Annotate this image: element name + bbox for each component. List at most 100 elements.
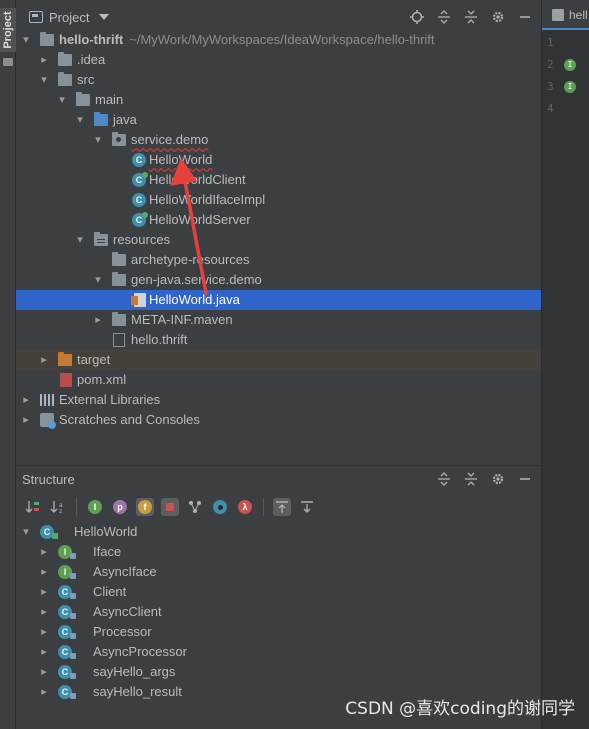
project-panel: Project ▾ hello-thrift ~/MyWork/MyWorksp… — [16, 0, 541, 465]
collapse-all-icon[interactable] — [463, 471, 479, 487]
chevron-right-icon[interactable]: ▸ — [38, 562, 50, 582]
chevron-down-icon[interactable]: ▾ — [20, 30, 32, 50]
thrift-file-icon — [113, 333, 125, 347]
tree-row-target[interactable]: ▸ target — [16, 350, 541, 370]
tree-row-helloworldserver[interactable]: C HelloWorldServer — [16, 210, 541, 230]
package-icon — [112, 132, 126, 146]
project-panel-title[interactable]: Project — [49, 10, 89, 25]
tree-row-meta-inf[interactable]: ▸ META-INF.maven — [16, 310, 541, 330]
project-tool-button[interactable]: Project — [0, 8, 16, 52]
class-icon: C — [132, 193, 146, 207]
expand-all-icon[interactable] — [436, 9, 452, 25]
tree-row-pom-xml[interactable]: pom.xml — [16, 370, 541, 390]
tree-row-gen-java[interactable]: ▾ gen-java.service.demo — [16, 270, 541, 290]
chevron-down-icon[interactable]: ▾ — [38, 70, 50, 90]
hide-panel-icon[interactable] — [517, 471, 533, 487]
tree-label: java — [113, 112, 137, 127]
collapse-all-icon[interactable] — [463, 9, 479, 25]
structure-label: AsyncProcessor — [93, 644, 187, 659]
chevron-right-icon[interactable]: ▸ — [38, 662, 50, 682]
structure-item-row[interactable]: ▸ C AsyncProcessor — [16, 642, 541, 662]
chevron-right-icon[interactable]: ▸ — [38, 542, 50, 562]
lambda-icon[interactable]: λ — [236, 498, 254, 516]
tree-row-hello-thrift[interactable]: ▾ hello-thrift ~/MyWork/MyWorkspaces/Idea… — [16, 30, 541, 50]
chevron-right-icon[interactable]: ▸ — [92, 310, 104, 330]
chevron-down-icon[interactable]: ▾ — [92, 130, 104, 150]
expand-all-icon[interactable] — [436, 471, 452, 487]
hide-panel-icon[interactable] — [517, 9, 533, 25]
tree-label: Scratches and Consoles — [59, 412, 200, 427]
structure-item-row[interactable]: ▸ C Client — [16, 582, 541, 602]
structure-label: Processor — [93, 624, 152, 639]
gutter-line: 2I — [542, 54, 589, 76]
tree-row-helloworldifaceimpl[interactable]: C HelloWorldIfaceImpl — [16, 190, 541, 210]
show-anonymous-icon[interactable] — [186, 498, 204, 516]
chevron-right-icon[interactable]: ▸ — [20, 410, 32, 430]
chevron-down-icon[interactable]: ▾ — [20, 522, 32, 542]
gear-icon[interactable] — [490, 471, 506, 487]
show-inherited-icon[interactable]: I — [86, 498, 104, 516]
chevron-down-icon[interactable]: ▾ — [74, 230, 86, 250]
gear-icon[interactable] — [490, 9, 506, 25]
structure-strip-icon[interactable] — [3, 58, 13, 66]
tree-row-helloworldclient[interactable]: C HelloWorldClient — [16, 170, 541, 190]
line-number: 1 — [547, 36, 554, 49]
chevron-down-icon[interactable]: ▾ — [92, 270, 104, 290]
tree-label: hello-thrift — [59, 32, 124, 47]
sort-by-visibility-icon[interactable] — [24, 498, 42, 516]
maven-file-icon — [60, 373, 72, 387]
chevron-right-icon[interactable]: ▸ — [38, 582, 50, 602]
structure-item-row[interactable]: ▸ I Iface — [16, 542, 541, 562]
tree-label: pom.xml — [77, 372, 127, 387]
structure-item-row[interactable]: ▸ I AsyncIface — [16, 562, 541, 582]
tree-row-service-demo[interactable]: ▾ service.demo — [16, 130, 541, 150]
tree-row-external-libraries[interactable]: ▸ External Libraries — [16, 390, 541, 410]
tree-row-hello-thrift-file[interactable]: hello.thrift — [16, 330, 541, 350]
autoscroll-from-source-icon[interactable] — [298, 498, 316, 516]
show-non-public-icon[interactable] — [161, 498, 179, 516]
structure-root-row[interactable]: ▾ C HelloWorld — [16, 522, 541, 542]
chevron-right-icon[interactable]: ▸ — [38, 602, 50, 622]
gutter-line: 3I — [542, 76, 589, 98]
tree-row-java[interactable]: ▾ java — [16, 110, 541, 130]
chevron-right-icon[interactable]: ▸ — [38, 350, 50, 370]
visibility-icon — [70, 573, 76, 579]
autoscroll-to-source-icon[interactable] — [273, 498, 291, 516]
tree-row-archetype-resources[interactable]: archetype-resources — [16, 250, 541, 270]
chevron-right-icon[interactable]: ▸ — [20, 390, 32, 410]
sort-alphabetically-icon[interactable]: az — [49, 498, 67, 516]
chevron-right-icon[interactable]: ▸ — [38, 622, 50, 642]
show-lambdas-icon[interactable] — [211, 498, 229, 516]
show-properties-icon[interactable]: p — [111, 498, 129, 516]
implemented-marker-icon[interactable]: I — [564, 81, 576, 93]
tree-row-helloworld[interactable]: C HelloWorld — [16, 150, 541, 170]
chevron-down-icon[interactable]: ▾ — [56, 90, 68, 110]
implemented-marker-icon[interactable]: I — [564, 59, 576, 71]
view-dropdown-chevron-icon[interactable] — [99, 14, 110, 20]
tree-row-main[interactable]: ▾ main — [16, 90, 541, 110]
folder-icon — [58, 72, 72, 86]
chevron-right-icon[interactable]: ▸ — [38, 642, 50, 662]
chevron-down-icon[interactable]: ▾ — [74, 110, 86, 130]
tree-row-src[interactable]: ▾ src — [16, 70, 541, 90]
visibility-icon — [70, 653, 76, 659]
tree-path: ~/MyWork/MyWorkspaces/IdeaWorkspace/hell… — [129, 32, 435, 47]
tree-row-idea[interactable]: ▸ .idea — [16, 50, 541, 70]
tree-row-resources[interactable]: ▾ resources — [16, 230, 541, 250]
chevron-right-icon[interactable]: ▸ — [38, 682, 50, 702]
structure-item-row[interactable]: ▸ C Processor — [16, 622, 541, 642]
chevron-right-icon[interactable]: ▸ — [38, 50, 50, 70]
tree-label: src — [77, 72, 95, 87]
folder-icon — [112, 312, 126, 326]
structure-item-row[interactable]: ▸ C AsyncClient — [16, 602, 541, 622]
show-fields-icon[interactable]: f — [136, 498, 154, 516]
locate-file-icon[interactable] — [409, 9, 425, 25]
tree-row-helloworld-java[interactable]: HelloWorld.java — [16, 290, 541, 310]
folder-icon — [76, 92, 90, 106]
tree-label: target — [77, 352, 111, 367]
editor-tab-label: hell — [569, 8, 588, 22]
editor-tab[interactable]: hell — [542, 0, 589, 30]
folder-icon — [112, 272, 126, 286]
structure-item-row[interactable]: ▸ C sayHello_args — [16, 662, 541, 682]
tree-row-scratches[interactable]: ▸ Scratches and Consoles — [16, 410, 541, 430]
